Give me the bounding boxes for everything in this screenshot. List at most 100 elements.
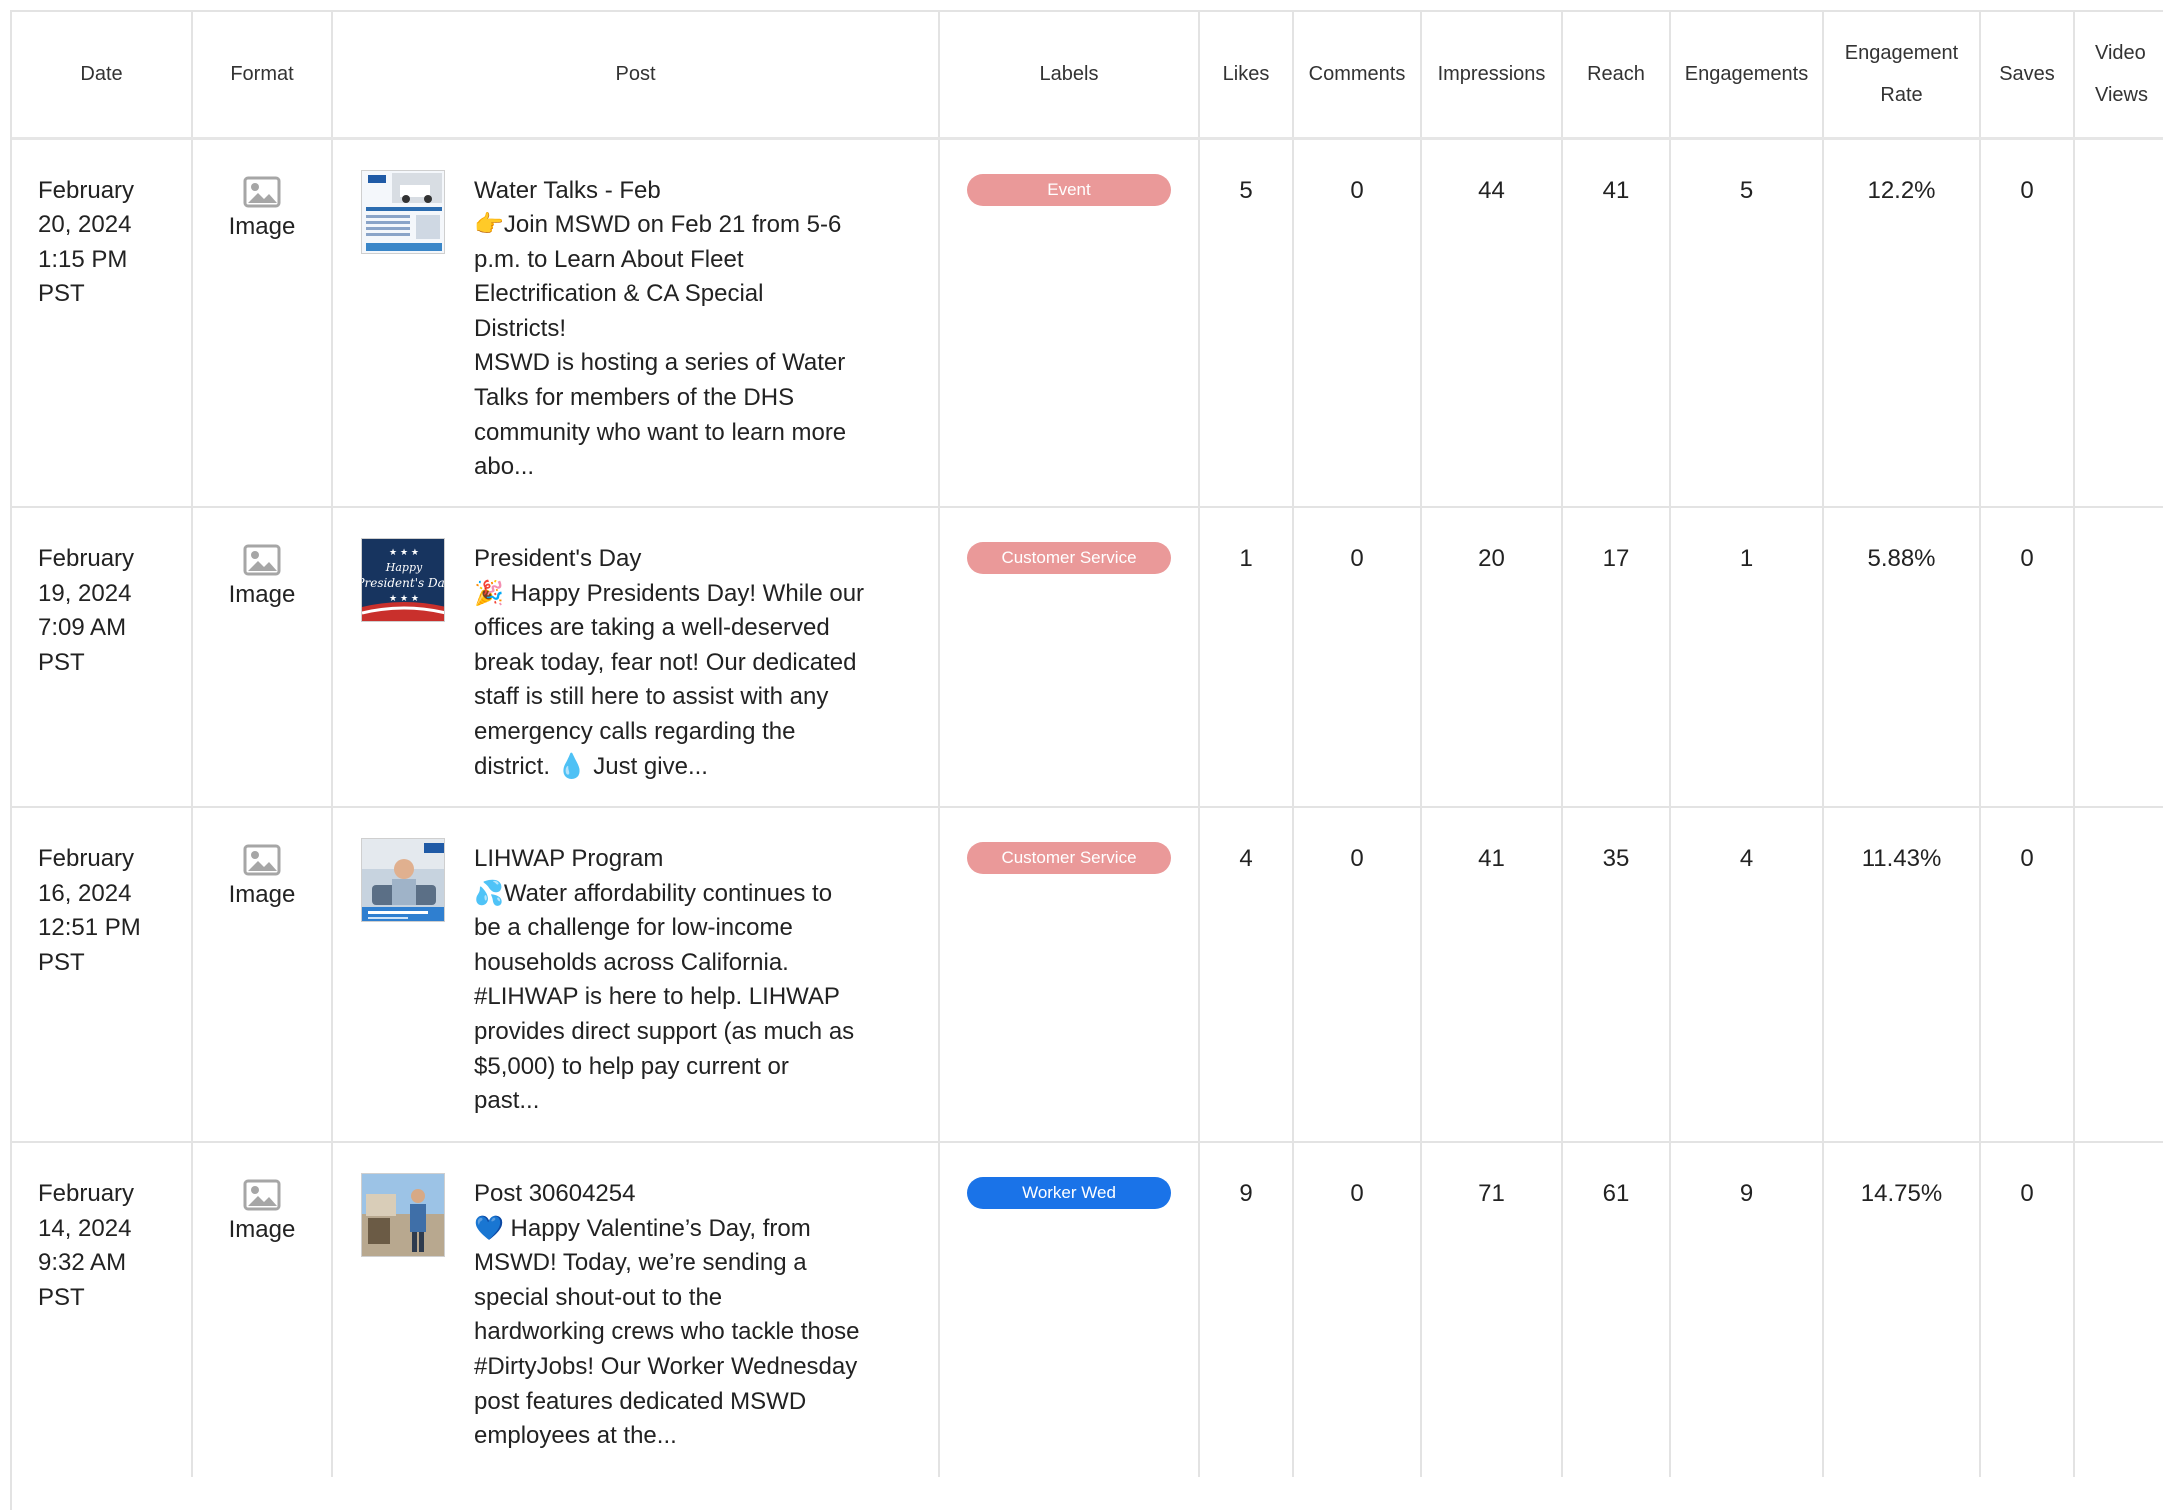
post-line: staff is still here to assist with any <box>474 683 829 711</box>
post-line: MSWD! Today, we’re sending a <box>474 1249 807 1277</box>
post-line: #LIHWAP is here to help. LIHWAP <box>474 983 840 1011</box>
video-views-cell <box>2074 138 2163 508</box>
table-row[interactable]: February 14, 2024 9:32 AM PST Image Post… <box>12 1142 2163 1477</box>
format-cell: Image <box>192 1142 333 1477</box>
posts-table: Date Format Post Labels Likes Comments I… <box>12 12 2163 1477</box>
image-icon <box>243 176 281 207</box>
date-cell: February 19, 2024 7:09 AM PST <box>12 507 193 808</box>
engagements-cell: 5 <box>1670 138 1824 508</box>
saves-cell: 0 <box>1980 1142 2075 1477</box>
likes-cell: 4 <box>1199 807 1294 1143</box>
post-line: #DirtyJobs! Our Worker Wednesday <box>474 1352 858 1380</box>
engagement-rate-cell: 5.88% <box>1823 507 1981 808</box>
comments-cell: 0 <box>1293 1142 1422 1477</box>
post-line: special shout-out to the <box>474 1283 723 1311</box>
post-line: emergency calls regarding the <box>474 717 796 745</box>
format-cell: Image <box>192 138 333 508</box>
svg-text:President's Day: President's Day <box>362 576 445 590</box>
likes-cell: 5 <box>1199 138 1294 508</box>
post-line: $5,000) to help pay current or <box>474 1052 789 1080</box>
column-header-impressions[interactable]: Impressions <box>1421 12 1563 140</box>
svg-text:Happy: Happy <box>385 561 423 574</box>
impressions-cell: 41 <box>1421 807 1563 1143</box>
post-thumbnail[interactable]: Happy President's Day ★ ★ ★ ★ ★ ★ <box>361 538 445 622</box>
posts-table-frame: Date Format Post Labels Likes Comments I… <box>10 10 2163 1510</box>
column-header-video-views[interactable]: Video Views <box>2074 12 2163 140</box>
post-thumbnail[interactable] <box>361 838 445 922</box>
post-line: Districts! <box>474 314 566 342</box>
post-line: 💦Water affordability continues to <box>474 879 833 907</box>
post-line: abo... <box>474 453 535 481</box>
reach-cell: 17 <box>1562 507 1671 808</box>
post-line: Talks for members of the DHS <box>474 384 795 412</box>
column-header-engagements[interactable]: Engagements <box>1670 12 1824 140</box>
date-cell: February 14, 2024 9:32 AM PST <box>12 1142 193 1477</box>
column-header-likes[interactable]: Likes <box>1199 12 1294 140</box>
post-line: employees at the... <box>474 1422 677 1450</box>
column-header-reach[interactable]: Reach <box>1562 12 1671 140</box>
post-line: 💙 Happy Valentine’s Day, from <box>474 1214 811 1242</box>
column-header-engagement-rate[interactable]: Engagement Rate <box>1823 12 1981 140</box>
label-badge[interactable]: Event <box>967 173 1171 206</box>
date-cell: February 20, 2024 1:15 PM PST <box>12 138 193 508</box>
post-line: past... <box>474 1087 540 1115</box>
svg-text:★ ★ ★: ★ ★ ★ <box>389 594 419 604</box>
saves-cell: 0 <box>1980 807 2075 1143</box>
post-text: LIHWAP Program 💦Water affordability cont… <box>474 842 874 1119</box>
label-badge[interactable]: Customer Service <box>967 542 1171 574</box>
post-cell[interactable]: Post 30604254 💙 Happy Valentine’s Day, f… <box>332 1142 940 1477</box>
video-views-cell <box>2074 507 2163 808</box>
post-cell[interactable]: Happy President's Day ★ ★ ★ ★ ★ ★ President… <box>332 507 940 808</box>
comments-cell: 0 <box>1293 138 1422 508</box>
format-label: Image <box>228 1216 296 1243</box>
label-badge[interactable]: Customer Service <box>967 842 1171 874</box>
image-icon <box>243 1179 281 1211</box>
engagement-rate-cell: 14.75% <box>1823 1142 1981 1477</box>
table-row[interactable]: February 19, 2024 7:09 AM PST Image Happ… <box>12 507 2163 808</box>
saves-cell: 0 <box>1980 507 2075 808</box>
column-header-format[interactable]: Format <box>192 12 333 140</box>
post-line: Electrification & CA Special <box>474 280 764 308</box>
reach-cell: 35 <box>1562 807 1671 1143</box>
saves-cell: 0 <box>1980 138 2075 508</box>
post-text: Water Talks - Feb 👉Join MSWD on Feb 21 f… <box>474 174 874 485</box>
column-header-saves[interactable]: Saves <box>1980 12 2075 140</box>
post-title: Post 30604254 <box>474 1180 636 1207</box>
likes-cell: 9 <box>1199 1142 1294 1477</box>
impressions-cell: 44 <box>1421 138 1563 508</box>
post-line: households across California. <box>474 948 789 976</box>
table-row[interactable]: February 16, 2024 12:51 PM PST Image LIH… <box>12 807 2163 1143</box>
column-header-date[interactable]: Date <box>12 12 193 140</box>
format-cell: Image <box>192 507 333 808</box>
labels-cell: Event <box>939 138 1200 508</box>
reach-cell: 61 <box>1562 1142 1671 1477</box>
post-title: President's Day <box>474 545 642 572</box>
comments-cell: 0 <box>1293 807 1422 1143</box>
column-header-comments[interactable]: Comments <box>1293 12 1422 140</box>
post-cell[interactable]: LIHWAP Program 💦Water affordability cont… <box>332 807 940 1143</box>
table-row[interactable]: February 20, 2024 1:15 PM PST Image Wate… <box>12 138 2163 508</box>
header-row: Date Format Post Labels Likes Comments I… <box>12 12 2163 140</box>
post-title: LIHWAP Program <box>474 845 664 872</box>
svg-text:★ ★ ★: ★ ★ ★ <box>389 548 419 558</box>
format-cell: Image <box>192 807 333 1143</box>
post-thumbnail[interactable] <box>361 1173 445 1257</box>
post-line: provides direct support (as much as <box>474 1017 855 1045</box>
format-label: Image <box>228 212 296 240</box>
column-header-post[interactable]: Post <box>332 12 940 140</box>
labels-cell: Customer Service <box>939 507 1200 808</box>
post-thumbnail[interactable] <box>361 169 445 254</box>
post-cell[interactable]: Water Talks - Feb 👉Join MSWD on Feb 21 f… <box>332 138 940 508</box>
image-icon <box>243 844 281 876</box>
image-icon <box>243 544 281 576</box>
post-title: Water Talks - Feb <box>474 176 661 204</box>
post-line: community who want to learn more <box>474 418 847 446</box>
impressions-cell: 71 <box>1421 1142 1563 1477</box>
impressions-cell: 20 <box>1421 507 1563 808</box>
column-header-labels[interactable]: Labels <box>939 12 1200 140</box>
video-views-cell <box>2074 807 2163 1143</box>
label-badge[interactable]: Worker Wed <box>967 1177 1171 1209</box>
post-line: MSWD is hosting a series of Water <box>474 349 846 377</box>
engagement-rate-cell: 12.2% <box>1823 138 1981 508</box>
comments-cell: 0 <box>1293 507 1422 808</box>
